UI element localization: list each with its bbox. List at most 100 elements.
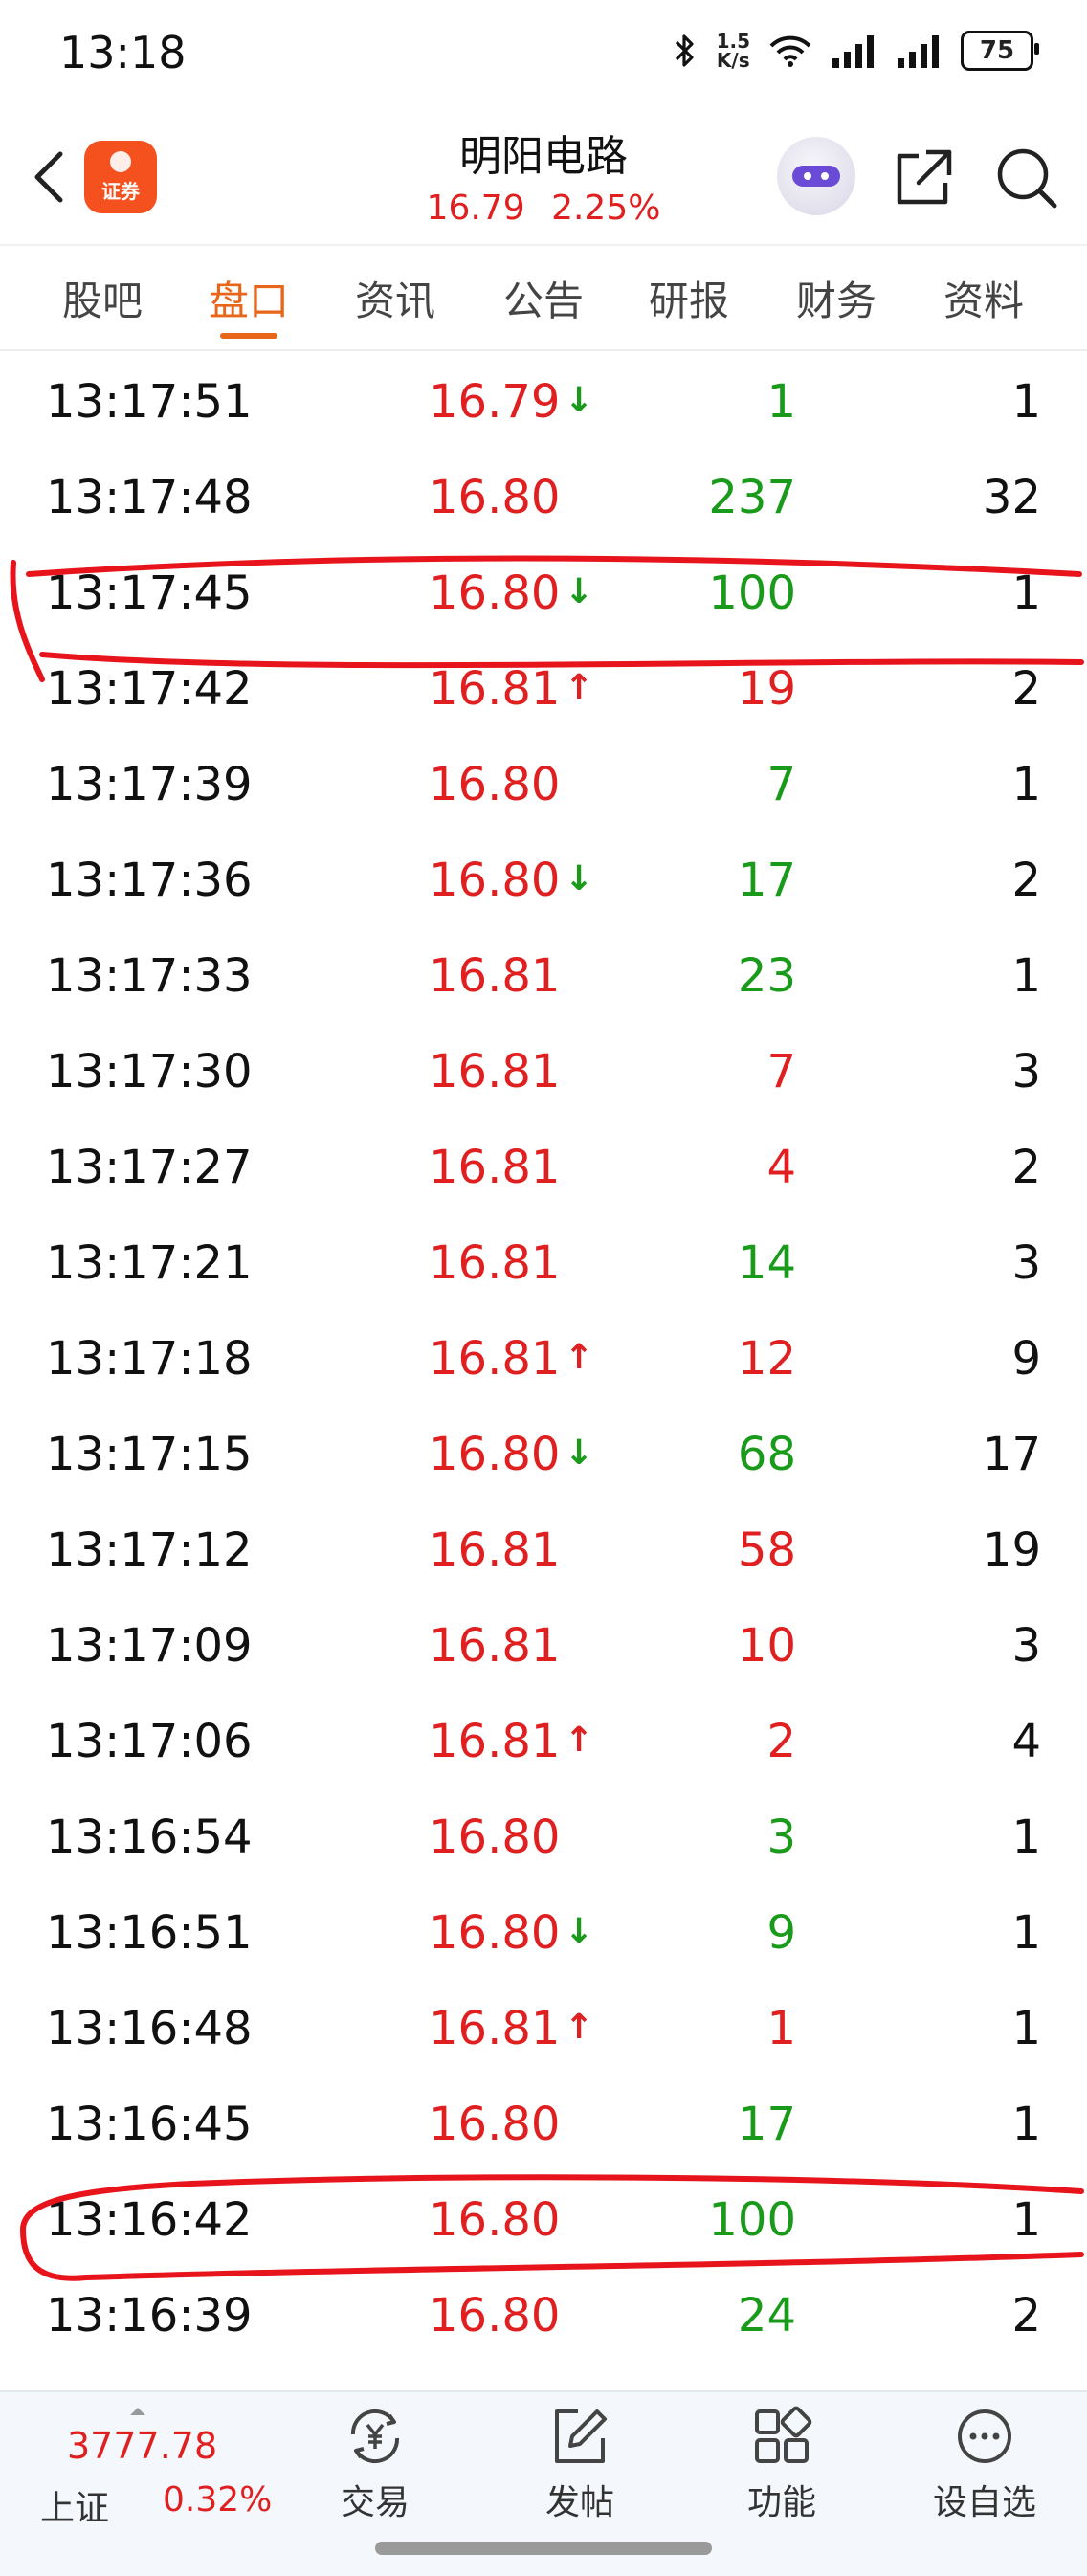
tab-pankou[interactable]: 盘口 [182,269,316,327]
tick-price: 16.81 [429,1045,561,1099]
tick-time: 13:16:39 [46,2289,253,2343]
tick-price: 16.81 [429,1332,561,1386]
tick-time: 13:16:45 [46,2098,253,2151]
tick-time: 13:17:36 [46,854,253,907]
index-value: 3777.78 [67,2425,218,2467]
tick-time: 13:16:51 [46,1906,253,1960]
tick-count: 4 [1011,1715,1041,1768]
tick-row: 13:17:48 16.80 237 32 [0,452,1087,547]
tick-price: 16.81 [429,1715,561,1768]
nav-add-watchlist-label: 设自选 [932,2483,1036,2522]
tick-price: 16.81 [429,2002,561,2055]
tick-time: 13:17:39 [46,758,253,811]
status-icons: 1.5 K/s 75 [671,31,1039,72]
tick-price: 16.80 [429,854,561,907]
tick-volume: 1 [766,2002,796,2055]
assistant-robot-icon[interactable] [777,137,855,215]
status-bar: 13:18 1.5 K/s 75 [0,0,1087,110]
tick-row: 13:17:09 16.81 10 3 [0,1600,1087,1696]
grid-apps-icon [755,2406,812,2463]
tick-count: 1 [1011,375,1041,429]
tick-price: 16.80 [429,1810,561,1864]
tick-row: 13:17:51 16.79 ↓ 1 1 [0,356,1087,452]
bluetooth-icon [675,34,694,67]
tick-price: 16.80 [429,2193,561,2247]
tick-time: 13:17:42 [46,662,253,716]
tick-count: 2 [1011,662,1041,716]
tick-price: 16.80 [429,2098,561,2151]
tick-row: 13:16:48 16.81 ↑ 1 1 [0,1983,1087,2078]
tick-row: 13:17:39 16.80 7 1 [0,739,1087,834]
tick-volume: 7 [766,1045,796,1099]
tick-time: 13:17:09 [46,1619,253,1673]
nav-post[interactable]: 发帖 [508,2406,652,2530]
tick-price: 16.81 [429,1619,561,1673]
tick-price: 16.81 [429,1236,561,1290]
nav-functions[interactable]: 功能 [710,2406,854,2530]
arrow-up-icon: ↑ [565,2008,594,2047]
tick-count: 1 [1011,949,1041,1003]
index-ticker[interactable]: 3777.78 上证 0.32% [34,2408,283,2528]
tick-time: 13:17:06 [46,1715,253,1768]
tick-price: 16.81 [429,1141,561,1194]
tab-guba[interactable]: 股吧 [35,269,169,327]
tab-finance[interactable]: 财务 [769,269,903,327]
nav-trade-label: 交易 [340,2483,410,2522]
net-speed-unit: K/s [716,49,750,72]
tick-price: 16.81 [429,949,561,1003]
tick-volume: 14 [737,1236,796,1290]
trade-yuan-icon [350,2409,400,2464]
tick-row: 13:16:51 16.80 ↓ 9 1 [0,1887,1087,1983]
arrow-up-icon: ↑ [565,1338,594,1377]
tick-volume: 68 [737,1428,796,1481]
tick-count: 1 [1011,1906,1041,1960]
tick-price: 16.80 [429,2289,561,2343]
search-icon[interactable] [993,144,1060,211]
status-time: 13:18 [59,27,187,78]
tick-time: 13:16:48 [46,2002,253,2055]
caret-up-icon [130,2408,145,2415]
tick-price: 16.80 [429,1428,561,1481]
tick-time: 13:17:33 [46,949,253,1003]
tick-row: 13:17:15 16.80 ↓ 68 17 [0,1409,1087,1504]
tick-row: 13:17:18 16.81 ↑ 12 9 [0,1313,1087,1409]
arrow-down-icon: ↓ [565,572,594,611]
tick-price: 16.80 [429,566,561,620]
tick-time: 13:17:15 [46,1428,253,1481]
tick-time: 13:17:21 [46,1236,253,1290]
tick-count: 1 [1011,2002,1041,2055]
stock-change-pct: 2.25% [551,189,661,228]
tab-research[interactable]: 研报 [622,269,756,327]
tick-time: 13:17:27 [46,1141,253,1194]
tick-price: 16.81 [429,662,561,716]
arrow-down-icon: ↓ [565,1433,594,1473]
nav-add-watchlist[interactable]: 设自选 [913,2406,1056,2530]
edit-post-icon [555,2409,607,2463]
tick-volume: 237 [708,471,796,524]
tick-volume: 7 [766,758,796,811]
arrow-up-icon: ↑ [565,1721,594,1760]
nav-trade[interactable]: 交易 [303,2406,447,2530]
tick-time: 13:17:48 [46,471,253,524]
tick-volume: 100 [708,566,796,620]
tick-row: 13:17:42 16.81 ↑ 19 2 [0,643,1087,739]
tab-news[interactable]: 资讯 [328,269,462,327]
nav-post-label: 发帖 [544,2483,614,2522]
tick-row: 13:16:45 16.80 17 1 [0,2078,1087,2174]
share-icon[interactable] [890,144,957,211]
tab-profile[interactable]: 资料 [917,269,1051,327]
tick-row: 13:17:21 16.81 14 3 [0,1217,1087,1313]
tick-volume: 2 [766,1715,796,1768]
tick-count: 1 [1011,758,1041,811]
tick-count: 1 [1011,566,1041,620]
tick-volume: 10 [737,1619,796,1673]
tick-volume: 1 [766,375,796,429]
tick-volume: 4 [766,1141,796,1194]
more-dots-icon [958,2409,1011,2463]
arrow-down-icon: ↓ [565,381,594,420]
tab-announcements[interactable]: 公告 [477,269,610,327]
nav-functions-label: 功能 [746,2483,816,2522]
tick-time: 13:17:30 [46,1045,253,1099]
tick-price: 16.80 [429,471,561,524]
home-indicator[interactable] [375,2542,712,2555]
